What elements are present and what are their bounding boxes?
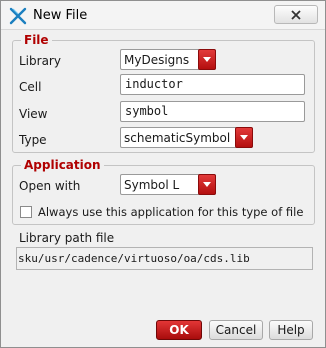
- always-use-label[interactable]: Always use this application for this typ…: [38, 204, 303, 220]
- open-with-label: Open with: [19, 179, 81, 193]
- open-with-select[interactable]: Symbol L: [120, 174, 216, 195]
- type-select-value: schematicSymbol: [124, 131, 231, 145]
- view-input[interactable]: symbol: [120, 101, 305, 122]
- library-select[interactable]: MyDesigns: [120, 49, 216, 70]
- library-label: Library: [19, 54, 61, 68]
- view-label: View: [19, 107, 48, 121]
- library-path-field[interactable]: sku/usr/cadence/virtuoso/oa/cds.lib: [16, 247, 313, 270]
- help-button[interactable]: Help: [269, 320, 313, 340]
- library-dropdown-arrow[interactable]: [198, 49, 216, 70]
- library-path-label: Library path file: [19, 231, 115, 245]
- window-title: New File: [33, 8, 88, 23]
- cell-input[interactable]: inductor: [120, 74, 305, 95]
- cell-label: Cell: [19, 80, 42, 94]
- close-button[interactable]: [274, 5, 318, 24]
- ok-button[interactable]: OK: [156, 320, 202, 340]
- open-with-select-value: Symbol L: [124, 178, 180, 192]
- chevron-down-icon: [240, 135, 248, 140]
- type-select[interactable]: schematicSymbol: [120, 127, 253, 148]
- application-group-title: Application: [21, 157, 104, 173]
- library-select-value: MyDesigns: [124, 53, 190, 67]
- file-group-title: File: [21, 32, 52, 48]
- app-x-icon: [9, 7, 27, 25]
- type-label: Type: [19, 133, 47, 147]
- close-icon: [291, 10, 301, 20]
- type-dropdown-arrow[interactable]: [235, 127, 253, 148]
- chevron-down-icon: [203, 182, 211, 187]
- open-with-dropdown-arrow[interactable]: [198, 174, 216, 195]
- chevron-down-icon: [203, 57, 211, 62]
- new-file-dialog: New File File Library MyDesigns Cell ind…: [0, 0, 326, 348]
- cancel-button[interactable]: Cancel: [209, 320, 263, 340]
- title-bar[interactable]: New File: [1, 1, 325, 30]
- always-use-checkbox[interactable]: [20, 206, 32, 218]
